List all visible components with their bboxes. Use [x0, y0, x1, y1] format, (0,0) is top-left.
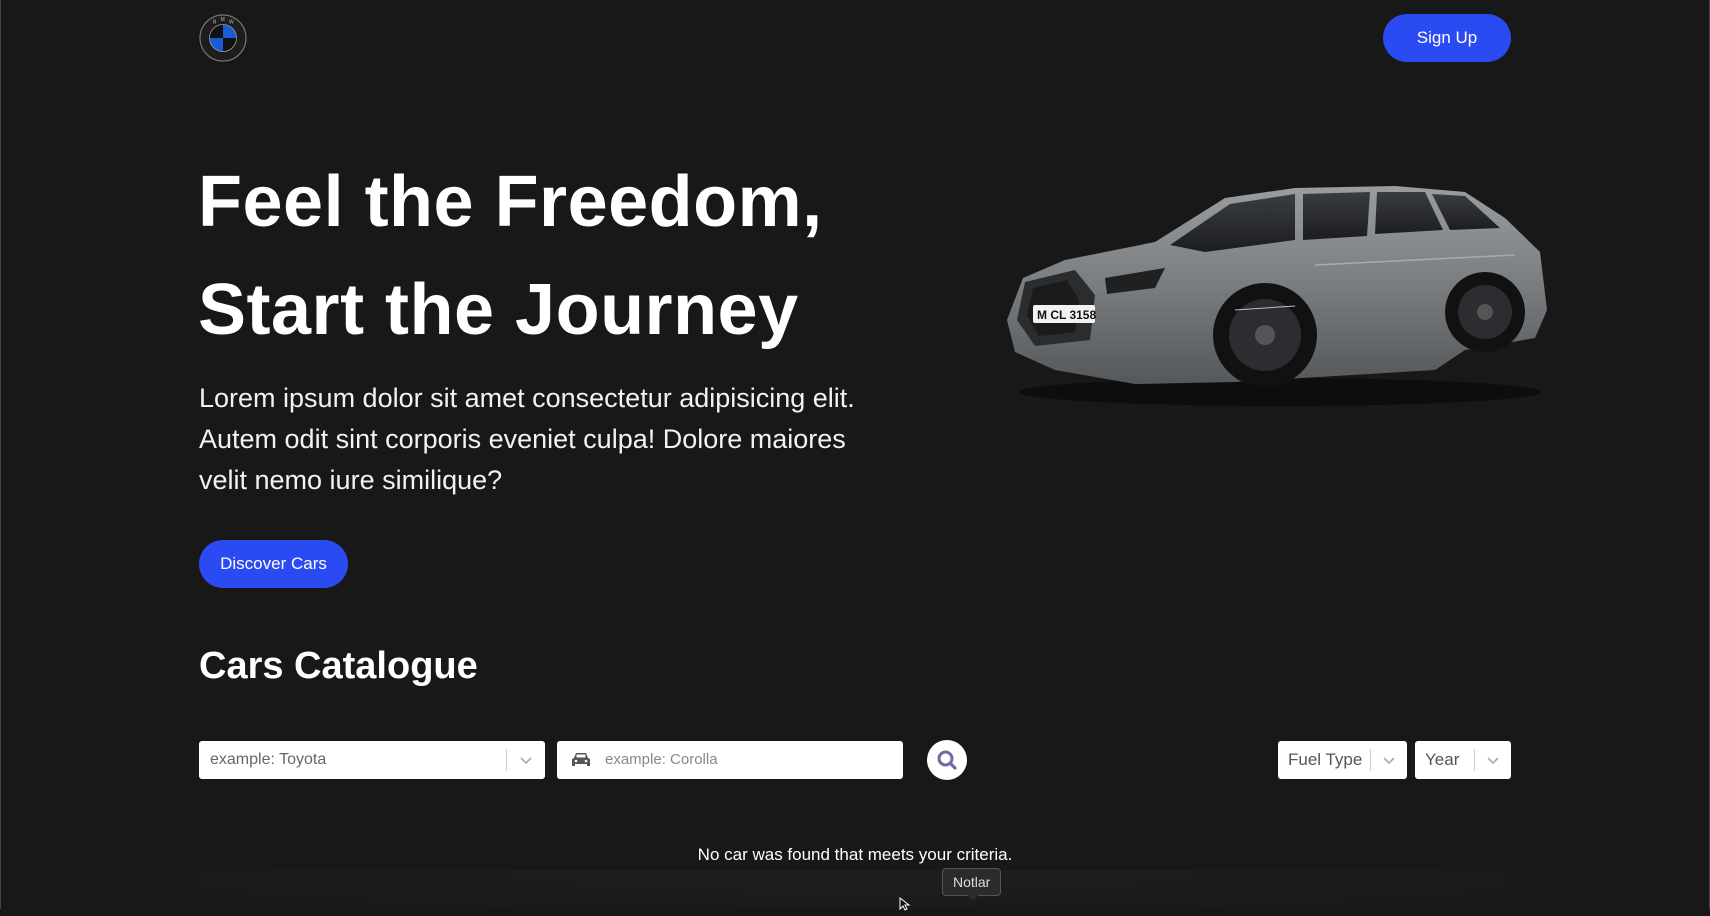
- results-area: [200, 870, 1510, 909]
- model-input[interactable]: [605, 741, 903, 779]
- bmw-logo[interactable]: B M W: [199, 14, 247, 62]
- manufacturer-combobox[interactable]: [199, 741, 545, 779]
- hero-title-line-2: Start the Journey: [198, 270, 799, 350]
- logo-letter-m: M: [221, 17, 225, 23]
- chevron-down-icon[interactable]: [507, 741, 545, 779]
- year-filter[interactable]: Year: [1415, 741, 1511, 779]
- hero-title-line-1: Feel the Freedom,: [198, 162, 823, 242]
- model-search-field[interactable]: [557, 741, 903, 779]
- chevron-down-icon[interactable]: [1475, 741, 1511, 779]
- discover-cars-button[interactable]: Discover Cars: [199, 540, 348, 588]
- search-icon: [937, 750, 957, 770]
- license-plate-text: M CL 3158: [1037, 308, 1096, 322]
- hero-car-image: M CL 3158: [995, 170, 1555, 430]
- hero-title: Feel the Freedom, Start the Journey: [198, 148, 918, 364]
- logo-letter-w: W: [229, 20, 234, 26]
- fuel-type-label: Fuel Type: [1288, 750, 1363, 769]
- window-left-edge: [0, 0, 1, 909]
- no-results-message: No car was found that meets your criteri…: [697, 845, 1013, 864]
- search-button[interactable]: [927, 740, 967, 780]
- manufacturer-input[interactable]: [199, 741, 506, 779]
- catalogue-title: Cars Catalogue: [199, 645, 478, 687]
- hero-subtitle: Lorem ipsum dolor sit amet consectetur a…: [199, 383, 855, 495]
- tooltip: Notlar: [942, 868, 1002, 901]
- sign-up-button[interactable]: Sign Up: [1383, 14, 1511, 62]
- car-icon: [557, 751, 605, 769]
- chevron-down-icon[interactable]: [1371, 741, 1407, 779]
- year-label: Year: [1425, 750, 1460, 769]
- fuel-type-filter[interactable]: Fuel Type: [1278, 741, 1407, 779]
